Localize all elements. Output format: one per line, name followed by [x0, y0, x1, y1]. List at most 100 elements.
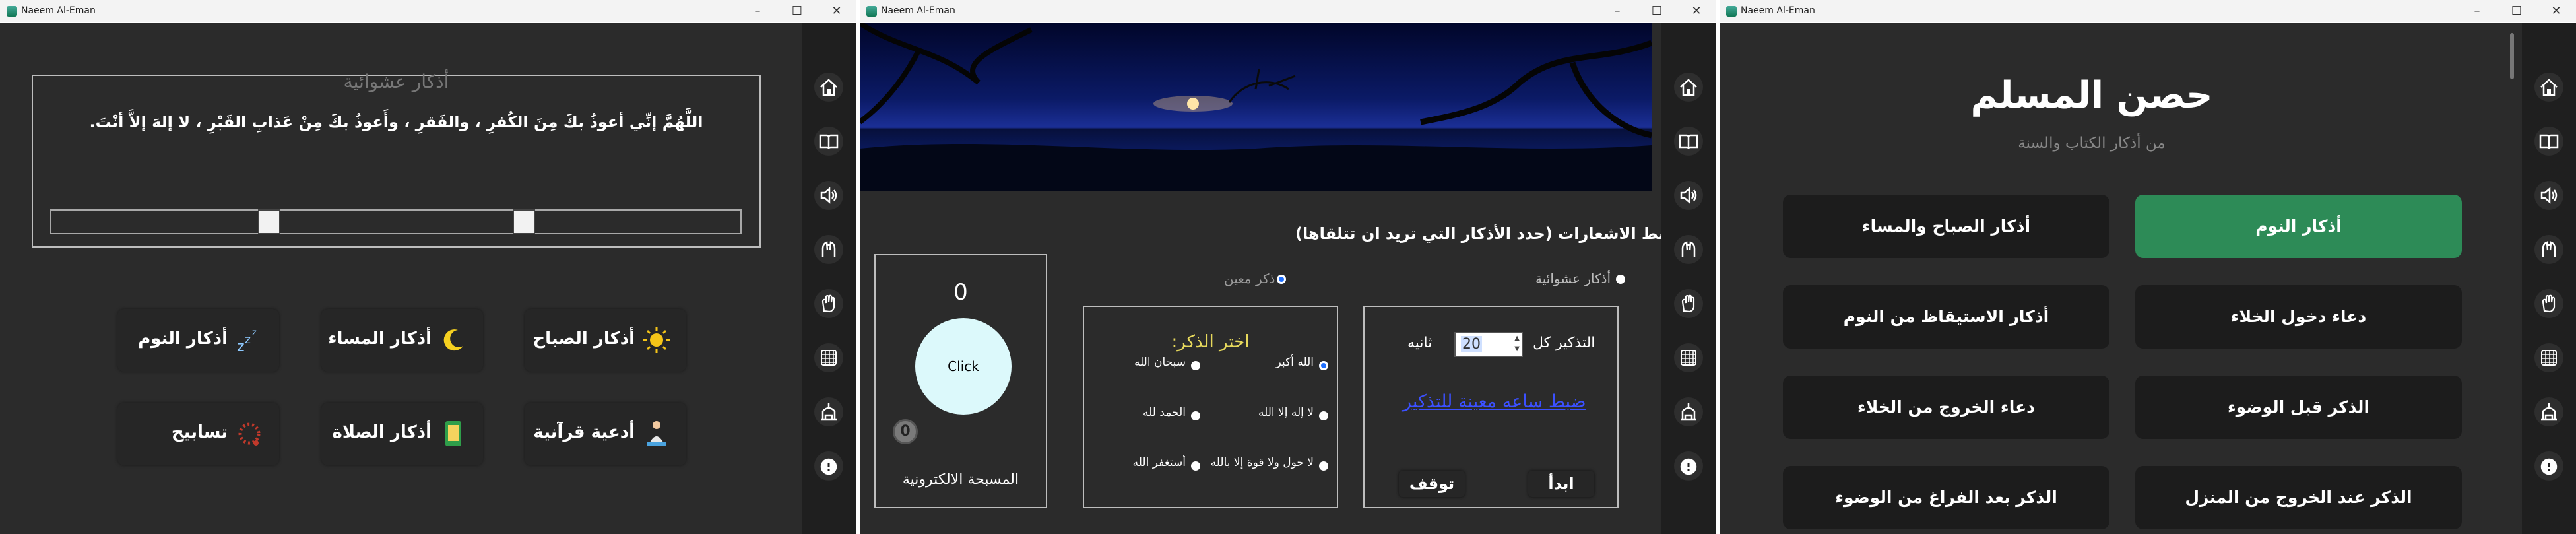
radio-specific-label: ذكر معين: [1224, 271, 1275, 286]
dhikr-radio-1[interactable]: [1191, 361, 1200, 370]
tile-4[interactable]: أذكار الصلاة: [321, 403, 483, 465]
tasbeeh-click-button[interactable]: Click: [915, 318, 1012, 415]
hisn-button-2[interactable]: دعاء دخول الخلاء: [2135, 285, 2462, 349]
radio-random-label: أذكار عشوائية: [1535, 271, 1611, 286]
tile-0[interactable]: أذكار الصباح: [525, 309, 686, 372]
slider-thumb-a[interactable]: [258, 209, 281, 234]
set-time-link[interactable]: ضبط ساعه معينة للتذكير: [1403, 391, 1586, 412]
prayer-beads-icon: [238, 422, 261, 446]
dhikr-option-label: الله أكبر: [1275, 356, 1314, 369]
title-bar: Naeem Al-Eman – ☐ ✕: [1720, 0, 2576, 22]
close-button[interactable]: ✕: [1677, 0, 1716, 22]
tile-3[interactable]: أدعية قرآنية: [525, 403, 686, 465]
dhikr-slider[interactable]: [50, 209, 742, 234]
hand-nav-button[interactable]: [2534, 289, 2563, 318]
window-notifications: Naeem Al-Eman – ☐ ✕ ضبط الاشعارات (حدد ا…: [860, 0, 1716, 534]
hand-nav-button[interactable]: [814, 289, 843, 318]
hisn-button-4[interactable]: الذكر قبل الوضوء: [2135, 376, 2462, 439]
maximize-button[interactable]: ☐: [2497, 0, 2536, 22]
prayer-book-icon: [445, 421, 461, 446]
home-nav-button[interactable]: [2534, 73, 2563, 102]
alarm-icon: [2540, 458, 2558, 475]
stop-button[interactable]: توقف: [1399, 471, 1465, 497]
window-hisn-muslim: Naeem Al-Eman – ☐ ✕ حصن المسلم من أذكار …: [1720, 0, 2576, 534]
home-nav-button[interactable]: [1674, 73, 1703, 102]
quran-icon: [1679, 134, 1698, 149]
dhikr-radio-4[interactable]: [1319, 461, 1328, 471]
minimize-button[interactable]: –: [1597, 0, 1637, 22]
hand-icon: [821, 294, 835, 313]
minimize-button[interactable]: –: [738, 0, 777, 22]
hisn-button-3[interactable]: أذكار الاستيقاظ من النوم: [1783, 285, 2109, 349]
hisn-button-1[interactable]: أذكار الصباح والمساء: [1783, 195, 2109, 258]
audio-nav-button[interactable]: [2534, 181, 2563, 210]
hand-icon: [1681, 294, 1695, 313]
dhikr-radio-0[interactable]: [1319, 361, 1328, 370]
alarm-nav-button[interactable]: [2534, 451, 2563, 481]
tasbeeh-label: المسبحة الالكترونية: [902, 471, 1019, 488]
dhikr-radio-2[interactable]: [1319, 411, 1328, 420]
dua-hands-nav-button[interactable]: [2534, 235, 2563, 264]
mosque-nav-button[interactable]: [2534, 397, 2563, 426]
prayer-beads-nav-button[interactable]: [1674, 343, 1703, 372]
tile-label: أدعية قرآنية: [533, 422, 635, 442]
hand-nav-button[interactable]: [1674, 289, 1703, 318]
sleep-zzz-icon: z zz: [237, 328, 257, 355]
minimize-button[interactable]: –: [2457, 0, 2497, 22]
prayer-beads-nav-button[interactable]: [814, 343, 843, 372]
alarm-nav-button[interactable]: [814, 451, 843, 481]
mosque-nav-button[interactable]: [1674, 397, 1703, 426]
dhikr-choice-title: اختر الذكر:: [1171, 332, 1250, 352]
tile-label: أذكار المساء: [328, 329, 432, 349]
audio-nav-button[interactable]: [814, 181, 843, 210]
scrollbar-thumb[interactable]: [2510, 33, 2514, 79]
radio-random[interactable]: [1616, 275, 1625, 284]
prayer-beads-nav-button[interactable]: [2534, 343, 2563, 372]
svg-text:z: z: [245, 333, 251, 347]
slider-thumb-b[interactable]: [513, 209, 536, 234]
tile-5[interactable]: تسابيح: [117, 403, 279, 465]
prayer-beads-icon: [2541, 350, 2557, 366]
title-bar: Naeem Al-Eman – ☐ ✕: [0, 0, 856, 22]
maximize-button[interactable]: ☐: [1637, 0, 1677, 22]
nav-sidebar: [2522, 23, 2576, 534]
dua-hands-icon: [821, 241, 836, 257]
tile-label: أذكار النوم: [138, 329, 228, 349]
maximize-button[interactable]: ☐: [777, 0, 817, 22]
tile-1[interactable]: أذكار المساء: [321, 309, 483, 372]
spin-up-icon[interactable]: ▲: [1514, 335, 1520, 342]
radio-specific[interactable]: [1277, 275, 1286, 284]
svg-text:z: z: [252, 328, 257, 338]
start-button[interactable]: ابدأ: [1528, 471, 1594, 497]
quran-nav-button[interactable]: [2534, 127, 2563, 156]
home-nav-button[interactable]: [814, 73, 843, 102]
mosque-nav-button[interactable]: [814, 397, 843, 426]
hisn-button-5[interactable]: دعاء الخروج من الخلاء: [1783, 376, 2109, 439]
quran-nav-button[interactable]: [814, 127, 843, 156]
dua-hands-nav-button[interactable]: [814, 235, 843, 264]
spin-down-icon[interactable]: ▼: [1514, 345, 1520, 352]
dhikr-radio-3[interactable]: [1191, 411, 1200, 420]
alarm-nav-button[interactable]: [1674, 451, 1703, 481]
repeat-unit: ثانيه: [1407, 335, 1433, 351]
hisn-button-0[interactable]: أذكار النوم: [2135, 195, 2462, 258]
repeat-seconds-input[interactable]: 20 ▲ ▼: [1454, 332, 1523, 357]
tasbeeh-box: 0 Click 0 المسبحة الالكترونية: [874, 254, 1047, 508]
praying-person-icon: [647, 421, 666, 446]
tasbeeh-reset-button[interactable]: 0: [893, 419, 918, 444]
close-button[interactable]: ✕: [817, 0, 856, 22]
dhikr-radio-5[interactable]: [1191, 461, 1200, 471]
dhikr-option-label: سبحان الله: [1134, 356, 1186, 369]
mosque-icon: [1681, 403, 1696, 421]
hisn-button-7[interactable]: الذكر بعد الفراغ من الوضوء: [1783, 466, 2109, 529]
audio-nav-button[interactable]: [1674, 181, 1703, 210]
window-main: Naeem Al-Eman – ☐ ✕ أذكار عشوائية اللَّه…: [0, 0, 856, 534]
tile-2[interactable]: أذكار النوم z z z: [117, 309, 279, 372]
dua-hands-nav-button[interactable]: [1674, 235, 1703, 264]
alarm-icon: [820, 458, 837, 475]
hand-icon: [2542, 294, 2556, 313]
hisn-button-6[interactable]: الذكر عند الخروج من المنزل: [2135, 466, 2462, 529]
dhikr-choice-box: اختر الذكر: الله أكبر سبحان الله لا إله إل…: [1083, 306, 1338, 508]
quran-nav-button[interactable]: [1674, 127, 1703, 156]
close-button[interactable]: ✕: [2536, 0, 2576, 22]
